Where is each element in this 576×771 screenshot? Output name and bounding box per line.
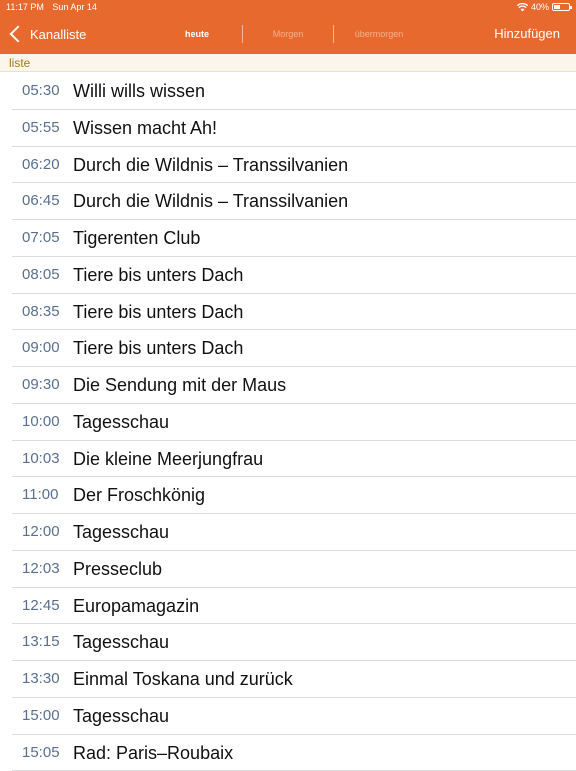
program-row[interactable]: 08:05 Tiere bis unters Dach: [0, 257, 576, 294]
program-title: Presseclub: [73, 559, 162, 580]
program-time: 09:30: [22, 376, 60, 393]
tab-morgen[interactable]: Morgen: [243, 29, 333, 39]
program-time: 06:20: [22, 156, 60, 173]
program-time: 12:03: [22, 560, 60, 577]
program-row[interactable]: 12:03 Presseclub: [0, 551, 576, 588]
program-row[interactable]: 13:15 Tagesschau: [0, 624, 576, 661]
program-time: 08:35: [22, 303, 60, 320]
program-row[interactable]: 12:45 Europamagazin: [0, 588, 576, 625]
status-bar: 11:17 PM Sun Apr 14 40%: [0, 0, 576, 14]
tab-heute[interactable]: heute: [152, 29, 242, 39]
program-row[interactable]: 15:05 Rad: Paris–Roubaix: [0, 735, 576, 771]
section-header: liste: [0, 54, 576, 72]
program-time: 05:30: [22, 82, 60, 99]
program-row[interactable]: 06:20 Durch die Wildnis – Transsilvanien: [0, 147, 576, 184]
program-time: 09:00: [22, 339, 60, 356]
program-row[interactable]: 09:30 Die Sendung mit der Maus: [0, 367, 576, 404]
program-row[interactable]: 07:05 Tigerenten Club: [0, 220, 576, 257]
program-title: Der Froschkönig: [73, 485, 205, 506]
program-title: Willi wills wissen: [73, 81, 205, 102]
program-time: 12:00: [22, 523, 60, 540]
program-time: 15:05: [22, 744, 60, 761]
program-title: Europamagazin: [73, 596, 199, 617]
program-time: 13:30: [22, 670, 60, 687]
battery-icon: [552, 3, 570, 11]
status-time: 11:17 PM: [6, 2, 44, 12]
program-time: 11:00: [22, 486, 58, 503]
program-row[interactable]: 10:03 Die kleine Meerjungfrau: [0, 441, 576, 478]
battery-fill: [554, 5, 560, 9]
program-time: 07:05: [22, 229, 60, 246]
status-right: 40%: [517, 0, 570, 14]
program-title: Wissen macht Ah!: [73, 118, 217, 139]
program-title: Tagesschau: [73, 706, 169, 727]
program-row[interactable]: 05:30 Willi wills wissen: [0, 73, 576, 110]
chevron-left-icon: [10, 26, 27, 43]
program-title: Durch die Wildnis – Transsilvanien: [73, 155, 348, 176]
status-left: 11:17 PM Sun Apr 14: [6, 0, 103, 14]
program-title: Tagesschau: [73, 522, 169, 543]
back-label: Kanalliste: [30, 27, 86, 42]
program-row[interactable]: 12:00 Tagesschau: [0, 514, 576, 551]
program-time: 05:55: [22, 119, 60, 136]
nav-bar: Kanalliste heute Morgen übermorgen Hinzu…: [0, 14, 576, 54]
program-row[interactable]: 09:00 Tiere bis unters Dach: [0, 330, 576, 367]
day-segmented-control: heute Morgen übermorgen: [152, 24, 424, 44]
program-row[interactable]: 10:00 Tagesschau: [0, 404, 576, 441]
program-row[interactable]: 11:00 Der Froschkönig: [0, 477, 576, 514]
program-row[interactable]: 06:45 Durch die Wildnis – Transsilvanien: [0, 183, 576, 220]
program-title: Tiere bis unters Dach: [73, 302, 243, 323]
program-title: Die Sendung mit der Maus: [73, 375, 286, 396]
program-row[interactable]: 15:00 Tagesschau: [0, 698, 576, 735]
program-time: 10:03: [22, 450, 60, 467]
program-title: Tiere bis unters Dach: [73, 338, 243, 359]
program-title: Durch die Wildnis – Transsilvanien: [73, 191, 348, 212]
status-date: Sun Apr 14: [52, 2, 97, 12]
program-time: 08:05: [22, 266, 60, 283]
program-row[interactable]: 13:30 Einmal Toskana und zurück: [0, 661, 576, 698]
program-time: 15:00: [22, 707, 60, 724]
program-title: Tiere bis unters Dach: [73, 265, 243, 286]
add-button[interactable]: Hinzufügen: [494, 14, 560, 54]
wifi-icon: [517, 3, 528, 12]
tab-uebermorgen[interactable]: übermorgen: [334, 29, 424, 39]
back-button[interactable]: Kanalliste: [8, 14, 86, 54]
program-row[interactable]: 05:55 Wissen macht Ah!: [0, 110, 576, 147]
program-time: 06:45: [22, 192, 60, 209]
program-title: Tagesschau: [73, 412, 169, 433]
program-title: Die kleine Meerjungfrau: [73, 449, 263, 470]
program-time: 12:45: [22, 597, 60, 614]
program-title: Tigerenten Club: [73, 228, 200, 249]
program-title: Rad: Paris–Roubaix: [73, 743, 233, 764]
program-title: Tagesschau: [73, 632, 169, 653]
program-title: Einmal Toskana und zurück: [73, 669, 293, 690]
program-list: 05:30 Willi wills wissen 05:55 Wissen macht…: [0, 73, 576, 771]
program-time: 13:15: [22, 633, 60, 650]
program-time: 10:00: [22, 413, 60, 430]
battery-percent: 40%: [531, 0, 549, 14]
program-row[interactable]: 08:35 Tiere bis unters Dach: [0, 294, 576, 331]
